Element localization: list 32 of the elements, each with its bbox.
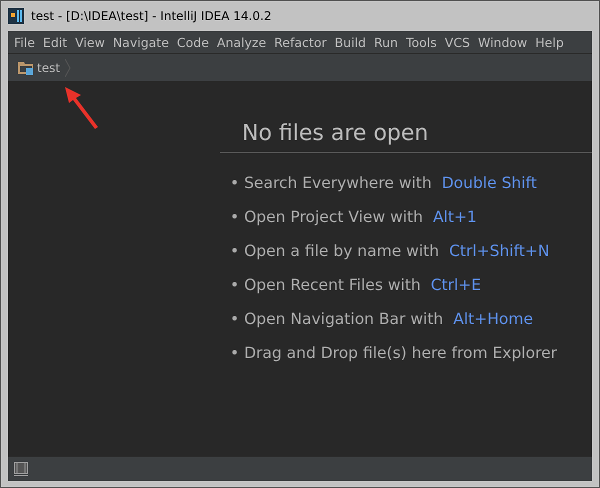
shortcut: Alt+Home: [453, 310, 533, 328]
breadcrumb-item[interactable]: test: [18, 58, 72, 76]
chevron-icon: [65, 58, 72, 76]
app-icon: [8, 8, 24, 24]
menu-item[interactable]: Tools: [406, 34, 437, 50]
hint-text: • Drag and Drop file(s) here from Explorer: [230, 344, 558, 362]
menu-item[interactable]: Window: [478, 34, 528, 50]
tool-windows-icon[interactable]: [14, 462, 28, 476]
shortcut: Alt+1: [432, 208, 477, 226]
menu-item[interactable]: Code: [176, 34, 209, 50]
arrow-icon: [65, 87, 99, 129]
hint-text: • Open Recent Files with: [230, 276, 421, 294]
menu-item[interactable]: Edit: [42, 34, 68, 50]
menu-item[interactable]: VCS: [444, 34, 470, 50]
folder-icon: [18, 60, 34, 74]
menu-item[interactable]: Analyze: [216, 34, 266, 50]
hint-text: • Search Everywhere with: [230, 174, 432, 192]
shortcut: Ctrl+Shift+N: [449, 242, 550, 260]
shortcut: Ctrl+E: [430, 276, 482, 294]
hint-text: • Open a file by name with: [230, 242, 440, 260]
menu-item[interactable]: Navigate: [112, 34, 169, 50]
hint-text: • Open Project View with: [230, 208, 423, 226]
menu-item[interactable]: Refactor: [274, 34, 327, 50]
hint-text: • Open Navigation Bar with: [230, 310, 444, 328]
menu-item[interactable]: Run: [374, 34, 398, 50]
menu-item[interactable]: View: [75, 34, 105, 50]
heading: No files are open: [220, 121, 592, 153]
window-title: test - [D:\IDEA\test] - IntelliJ IDEA 14.0.2: [31, 9, 272, 23]
menu-item[interactable]: File: [14, 34, 35, 50]
menu-item[interactable]: Help: [535, 34, 564, 50]
shortcut: Double Shift: [442, 174, 537, 192]
menu-item[interactable]: Build: [334, 34, 366, 50]
